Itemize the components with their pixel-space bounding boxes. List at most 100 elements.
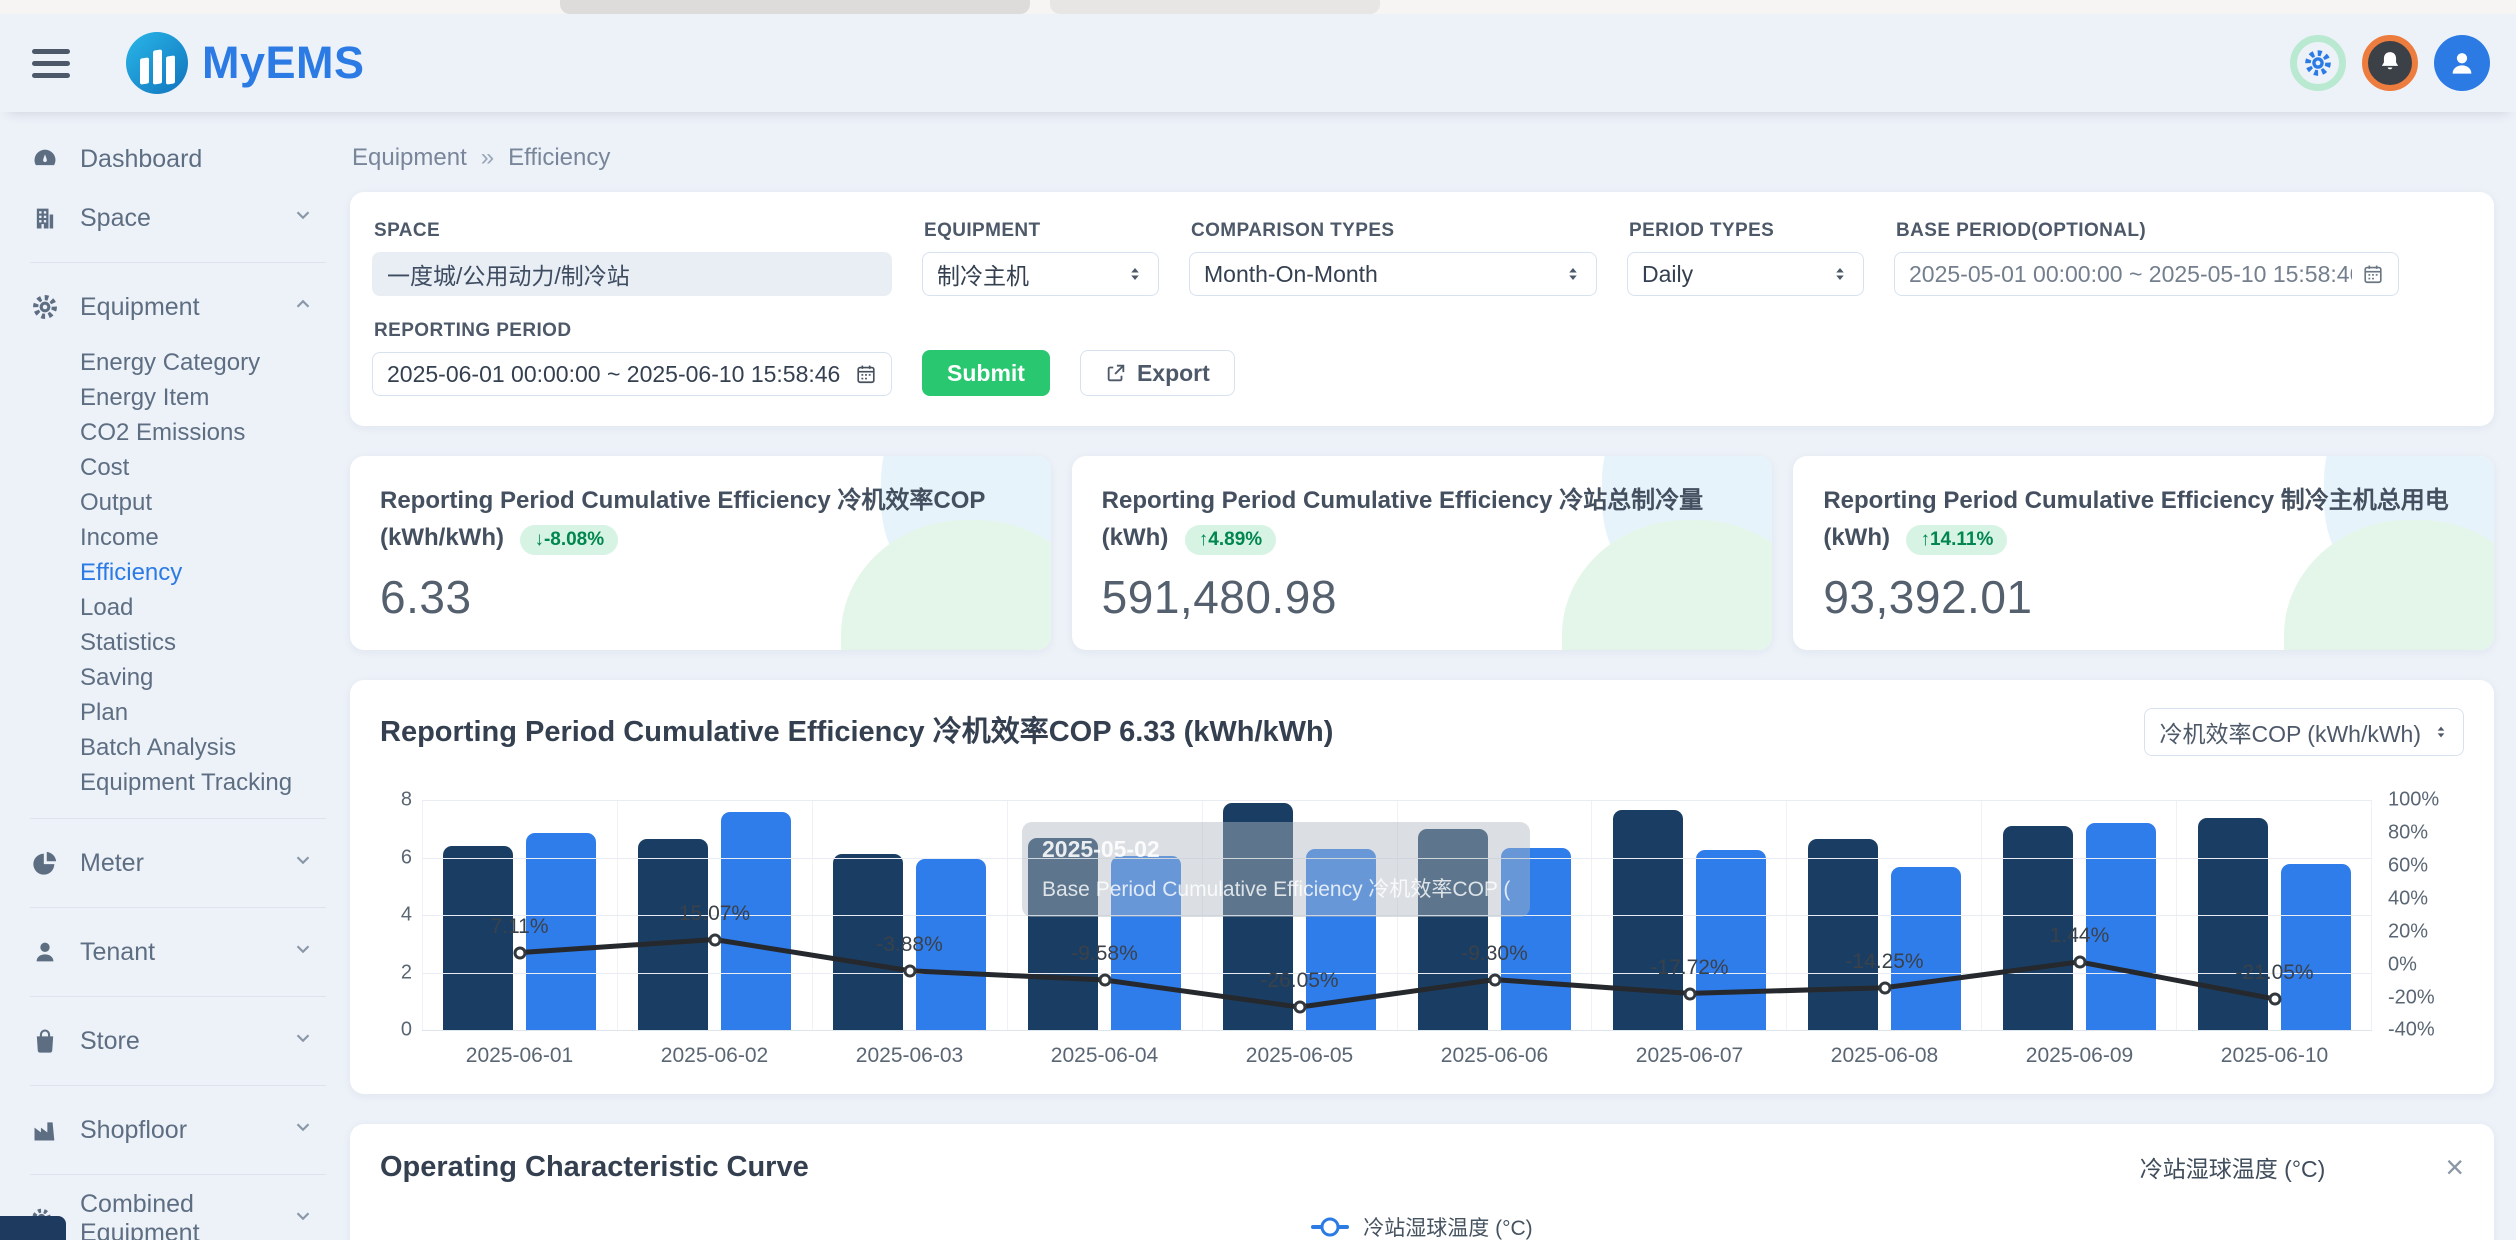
sidebar-item-dashboard[interactable]: Dashboard [30, 134, 350, 184]
reporting-period-field: REPORTING PERIOD 2025-06-01 00:00:00 ~ 2… [372, 320, 892, 396]
sidebar-item-label: Meter [80, 849, 144, 878]
kpi-change-badge: ↑14.11% [1906, 525, 2007, 555]
sidebar-subitem-batch-analysis[interactable]: Batch Analysis [80, 730, 350, 765]
sidebar-subitem-co2-emissions[interactable]: CO2 Emissions [80, 415, 350, 450]
chart-title: Reporting Period Cumulative Efficiency 冷… [380, 708, 1333, 750]
line-point[interactable] [2073, 956, 2086, 969]
line-point[interactable] [1488, 973, 1501, 986]
sidebar-item-label: Shopfloor [80, 1116, 187, 1145]
notifications-button[interactable] [2362, 35, 2418, 91]
close-icon[interactable]: × [2445, 1151, 2464, 1183]
sidebar-item-equipment[interactable]: Equipment [30, 273, 350, 341]
sidebar-subitem-statistics[interactable]: Statistics [80, 625, 350, 660]
line-point[interactable] [1293, 1001, 1306, 1014]
sidebar-item-label: Dashboard [80, 145, 202, 174]
y-axis-tick: 0 [401, 1019, 412, 1042]
change-percent-label: -21.05% [2235, 961, 2313, 985]
sidebar-subitem-equipment-tracking[interactable]: Equipment Tracking [80, 765, 350, 800]
sidebar-subitem-energy-category[interactable]: Energy Category [80, 345, 350, 380]
x-axis-label: 2025-06-02 [617, 1044, 812, 1068]
menu-toggle-button[interactable] [26, 43, 76, 84]
line-point[interactable] [1878, 982, 1891, 995]
export-button[interactable]: Export [1080, 350, 1235, 396]
gear-icon [2303, 48, 2333, 78]
factory-icon [30, 1116, 60, 1144]
settings-button[interactable] [2290, 35, 2346, 91]
line-point[interactable] [2268, 993, 2281, 1006]
period-types-select[interactable]: Daily [1627, 252, 1864, 296]
bag-icon [30, 1027, 60, 1055]
line-point[interactable] [903, 965, 916, 978]
top-navbar: MyEMS [0, 14, 2516, 112]
change-percent-label: -9.58% [1071, 942, 1138, 966]
sidebar-subitem-plan[interactable]: Plan [80, 695, 350, 730]
filter-panel: SPACE 一度城/公用动力/制冷站 EQUIPMENT 制冷主机 COM [350, 192, 2494, 426]
legend-line-marker-icon [1311, 1225, 1349, 1229]
right-axis-tick: 60% [2388, 855, 2428, 878]
sidebar-item-tenant[interactable]: Tenant [30, 918, 350, 986]
curve-legend[interactable]: 冷站湿球温度 (°C) [380, 1212, 2464, 1240]
right-axis-tick: 40% [2388, 887, 2428, 910]
gridline [422, 1030, 2372, 1031]
y-axis-tick: 6 [401, 846, 412, 869]
space-field: SPACE 一度城/公用动力/制冷站 [372, 220, 892, 296]
sidebar-item-space[interactable]: Space [30, 184, 350, 252]
x-axis-label: 2025-06-08 [1787, 1044, 1982, 1068]
change-percent-label: -26.05% [1260, 969, 1338, 993]
pie-icon [30, 849, 60, 877]
right-axis-tick: 20% [2388, 920, 2428, 943]
reporting-period-input[interactable]: 2025-06-01 00:00:00 ~ 2025-06-10 15:58:4… [372, 352, 892, 396]
sidebar-subitem-output[interactable]: Output [80, 485, 350, 520]
sidebar-item-shopfloor[interactable]: Shopfloor [30, 1096, 350, 1164]
chevron-down-icon [292, 849, 314, 878]
submit-button[interactable]: Submit [922, 350, 1050, 396]
x-axis-label: 2025-06-06 [1397, 1044, 1592, 1068]
comparison-select[interactable]: Month-On-Month [1189, 252, 1597, 296]
line-point[interactable] [708, 933, 721, 946]
equipment-field: EQUIPMENT 制冷主机 [922, 220, 1159, 296]
change-percent-label: -3.88% [876, 933, 943, 957]
sidebar-subitem-efficiency[interactable]: Efficiency [80, 555, 350, 590]
space-label: SPACE [374, 220, 892, 242]
chevron-down-icon [292, 938, 314, 967]
gauge-icon [30, 145, 60, 173]
left-y-axis: 86420 [380, 800, 422, 1030]
sidebar-subitem-load[interactable]: Load [80, 590, 350, 625]
right-y-axis: 100%80%60%40%20%0%-20%-40% [2372, 800, 2464, 1030]
sidebar-divider [30, 907, 326, 908]
main-content: Equipment»Efficiency SPACE 一度城/公用动力/制冷站 … [350, 112, 2516, 1240]
line-point[interactable] [1683, 987, 1696, 1000]
comparison-label: COMPARISON TYPES [1191, 220, 1597, 242]
sidebar-subitem-energy-item[interactable]: Energy Item [80, 380, 350, 415]
main-chart-card: Reporting Period Cumulative Efficiency 冷… [350, 680, 2494, 1094]
base-period-input[interactable]: 2025-05-01 00:00:00 ~ 2025-05-10 15:58:4… [1894, 252, 2399, 296]
chart-metric-select[interactable]: 冷机效率COP (kWh/kWh) [2144, 708, 2464, 756]
sidebar-item-meter[interactable]: Meter [30, 829, 350, 897]
sidebar-divider [30, 1085, 326, 1086]
kpi-card-cop: Reporting Period Cumulative Efficiency 冷… [350, 456, 1051, 650]
updown-arrows-icon [1564, 265, 1582, 283]
space-input[interactable]: 一度城/公用动力/制冷站 [372, 252, 892, 296]
brand-logo[interactable]: MyEMS [126, 32, 365, 94]
line-point[interactable] [1098, 974, 1111, 987]
breadcrumb-equipment[interactable]: Equipment [352, 144, 467, 171]
sidebar-item-store[interactable]: Store [30, 1007, 350, 1075]
user-icon [2447, 48, 2477, 78]
x-axis-label: 2025-06-09 [1982, 1044, 2177, 1068]
x-axis-label: 2025-06-05 [1202, 1044, 1397, 1068]
sidebar-subitem-cost[interactable]: Cost [80, 450, 350, 485]
user-avatar-button[interactable] [2434, 35, 2490, 91]
sidebar-subitem-saving[interactable]: Saving [80, 660, 350, 695]
updown-arrows-icon [1831, 265, 1849, 283]
sidebar-subitem-income[interactable]: Income [80, 520, 350, 555]
sidebar-item-combined-equipment[interactable]: Combined Equipment [30, 1185, 350, 1240]
kpi-title: Reporting Period Cumulative Efficiency 冷… [380, 487, 985, 551]
sidebar-submenu: Energy CategoryEnergy ItemCO2 EmissionsC… [30, 341, 350, 808]
chevron-up-icon [292, 293, 314, 322]
sidebar-divider [30, 996, 326, 997]
breadcrumb: Equipment»Efficiency [352, 144, 2494, 172]
x-axis-label: 2025-06-03 [812, 1044, 1007, 1068]
line-point[interactable] [513, 946, 526, 959]
tooltip-value: Base Period Cumulative Efficiency 冷机效率CO… [1042, 873, 1510, 903]
equipment-select[interactable]: 制冷主机 [922, 252, 1159, 296]
